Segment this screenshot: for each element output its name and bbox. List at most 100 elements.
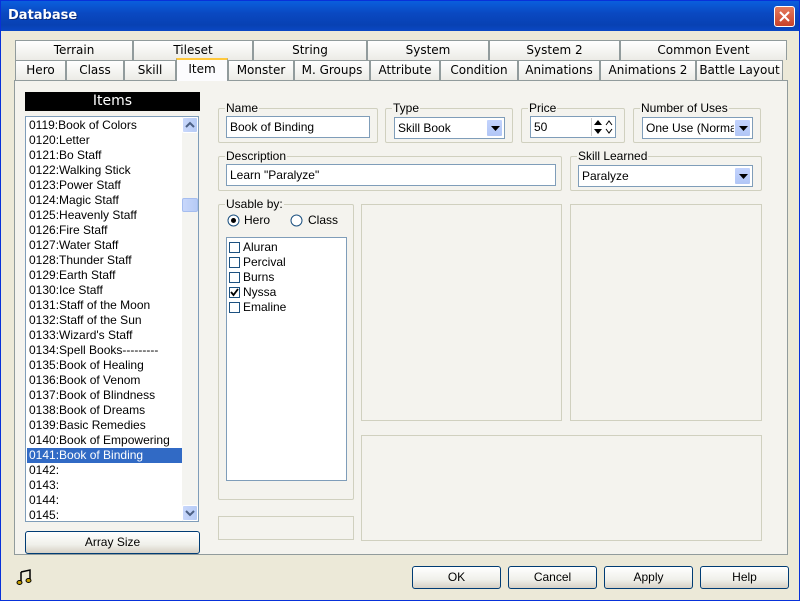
ok-button[interactable]: OK bbox=[412, 566, 501, 589]
price-spin-alt[interactable] bbox=[604, 118, 614, 136]
name-field[interactable]: Book of Binding bbox=[226, 116, 370, 138]
hero-checkbox-row[interactable]: Nyssa bbox=[227, 285, 345, 300]
spin-arrows-small-icon bbox=[605, 120, 613, 134]
name-label: Name bbox=[225, 101, 260, 115]
price-value: 50 bbox=[534, 120, 548, 134]
list-item[interactable]: 0141:Book of Binding bbox=[27, 448, 185, 463]
chevron-down-icon bbox=[185, 510, 195, 517]
list-item[interactable]: 0120:Letter bbox=[27, 133, 185, 148]
hero-name: Aluran bbox=[243, 240, 278, 254]
checkbox-checked-icon[interactable] bbox=[229, 287, 240, 298]
array-size-button[interactable]: Array Size bbox=[25, 531, 200, 554]
close-icon bbox=[779, 11, 790, 22]
list-item[interactable]: 0137:Book of Blindness bbox=[27, 388, 185, 403]
hero-checkbox-row[interactable]: Percival bbox=[227, 255, 345, 270]
tab-animations-2[interactable]: Animations 2 bbox=[600, 60, 696, 80]
tab-battle-layout[interactable]: Battle Layout bbox=[696, 60, 783, 80]
scroll-down-button[interactable] bbox=[182, 505, 198, 521]
list-item[interactable]: 0140:Book of Empowering bbox=[27, 433, 185, 448]
list-item[interactable]: 0144: bbox=[27, 493, 185, 508]
list-item[interactable]: 0134:Spell Books--------- bbox=[27, 343, 185, 358]
scroll-thumb[interactable] bbox=[182, 198, 198, 212]
skill-learned-label: Skill Learned bbox=[577, 149, 649, 163]
blank-panel-left bbox=[361, 204, 562, 421]
tab-class[interactable]: Class bbox=[66, 60, 124, 80]
radio-selected-icon bbox=[227, 214, 240, 227]
music-note-icon[interactable] bbox=[16, 568, 34, 586]
hero-checkbox-row[interactable]: Burns bbox=[227, 270, 345, 285]
list-item[interactable]: 0119:Book of Colors bbox=[27, 118, 185, 133]
chevron-down-icon[interactable] bbox=[486, 119, 503, 137]
tab-common-event[interactable]: Common Event bbox=[620, 40, 787, 60]
chevron-down-icon[interactable] bbox=[734, 119, 751, 137]
list-item[interactable]: 0131:Staff of the Moon bbox=[27, 298, 185, 313]
items-header: Items bbox=[25, 92, 200, 111]
tab-tileset[interactable]: Tileset bbox=[133, 40, 253, 60]
list-item[interactable]: 0142: bbox=[27, 463, 185, 478]
list-item[interactable]: 0138:Book of Dreams bbox=[27, 403, 185, 418]
uses-dropdown-value: One Use (Normal) bbox=[646, 121, 744, 135]
apply-button[interactable]: Apply bbox=[604, 566, 693, 589]
tab-hero[interactable]: Hero bbox=[15, 60, 66, 80]
list-item[interactable]: 0126:Fire Staff bbox=[27, 223, 185, 238]
skill-learned-dropdown[interactable]: Paralyze bbox=[578, 165, 753, 187]
hero-checkbox-row[interactable]: Emaline bbox=[227, 300, 345, 315]
tab-animations[interactable]: Animations bbox=[518, 60, 600, 80]
tab-condition[interactable]: Condition bbox=[440, 60, 518, 80]
spin-buttons[interactable] bbox=[591, 118, 604, 136]
list-item[interactable]: 0132:Staff of the Sun bbox=[27, 313, 185, 328]
tab-item[interactable]: Item bbox=[176, 58, 228, 81]
tab-string[interactable]: String bbox=[253, 40, 367, 60]
checkbox-icon[interactable] bbox=[229, 257, 240, 268]
list-item[interactable]: 0127:Water Staff bbox=[27, 238, 185, 253]
type-dropdown[interactable]: Skill Book bbox=[394, 117, 505, 139]
help-button[interactable]: Help bbox=[700, 566, 789, 589]
hero-name: Percival bbox=[243, 255, 286, 269]
window-title: Database bbox=[8, 8, 78, 23]
hero-name: Burns bbox=[243, 270, 275, 284]
description-field[interactable]: Learn "Paralyze" bbox=[226, 164, 556, 186]
close-button[interactable] bbox=[774, 6, 795, 27]
price-stepper[interactable]: 50 bbox=[530, 116, 616, 138]
list-item[interactable]: 0121:Bo Staff bbox=[27, 148, 185, 163]
tab-terrain[interactable]: Terrain bbox=[15, 40, 133, 60]
list-item[interactable]: 0125:Heavenly Staff bbox=[27, 208, 185, 223]
list-item[interactable]: 0122:Walking Stick bbox=[27, 163, 185, 178]
checkbox-icon[interactable] bbox=[229, 242, 240, 253]
list-item[interactable]: 0124:Magic Staff bbox=[27, 193, 185, 208]
radio-class-label: Class bbox=[308, 213, 339, 227]
checkbox-icon[interactable] bbox=[229, 302, 240, 313]
list-item[interactable]: 0145: bbox=[27, 508, 185, 521]
list-item[interactable]: 0139:Basic Remedies bbox=[27, 418, 185, 433]
tab-system-2[interactable]: System 2 bbox=[489, 40, 620, 60]
list-item[interactable]: 0143: bbox=[27, 478, 185, 493]
hero-checklist[interactable]: Aluran Percival Burns Nyssa Emaline bbox=[226, 237, 347, 481]
item-list-scrollbar[interactable] bbox=[182, 117, 198, 521]
spin-arrows-icon bbox=[594, 120, 602, 134]
chevron-down-icon[interactable] bbox=[734, 167, 751, 185]
uses-label: Number of Uses bbox=[640, 101, 729, 115]
item-list[interactable]: 0119:Book of Colors 0120:Letter 0121:Bo St… bbox=[25, 116, 199, 522]
scroll-up-button[interactable] bbox=[182, 117, 198, 133]
blank-panel-right bbox=[570, 204, 762, 421]
list-item[interactable]: 0133:Wizard's Staff bbox=[27, 328, 185, 343]
tab-skill[interactable]: Skill bbox=[124, 60, 176, 80]
list-item[interactable]: 0130:Ice Staff bbox=[27, 283, 185, 298]
list-item[interactable]: 0128:Thunder Staff bbox=[27, 253, 185, 268]
cancel-button[interactable]: Cancel bbox=[508, 566, 597, 589]
blank-panel-bottom bbox=[361, 435, 762, 541]
tab-system[interactable]: System bbox=[367, 40, 489, 60]
list-item[interactable]: 0123:Power Staff bbox=[27, 178, 185, 193]
tab-m-groups[interactable]: M. Groups bbox=[294, 60, 370, 80]
hero-checkbox-row[interactable]: Aluran bbox=[227, 240, 345, 255]
list-item[interactable]: 0135:Book of Healing bbox=[27, 358, 185, 373]
chevron-up-icon bbox=[185, 121, 195, 128]
hero-name: Nyssa bbox=[243, 285, 277, 299]
checkbox-icon[interactable] bbox=[229, 272, 240, 283]
list-item[interactable]: 0129:Earth Staff bbox=[27, 268, 185, 283]
list-item[interactable]: 0136:Book of Venom bbox=[27, 373, 185, 388]
tab-monster[interactable]: Monster bbox=[228, 60, 294, 80]
uses-dropdown[interactable]: One Use (Normal) bbox=[642, 117, 753, 139]
title-bar[interactable]: Database bbox=[1, 1, 799, 31]
tab-attribute[interactable]: Attribute bbox=[370, 60, 440, 80]
